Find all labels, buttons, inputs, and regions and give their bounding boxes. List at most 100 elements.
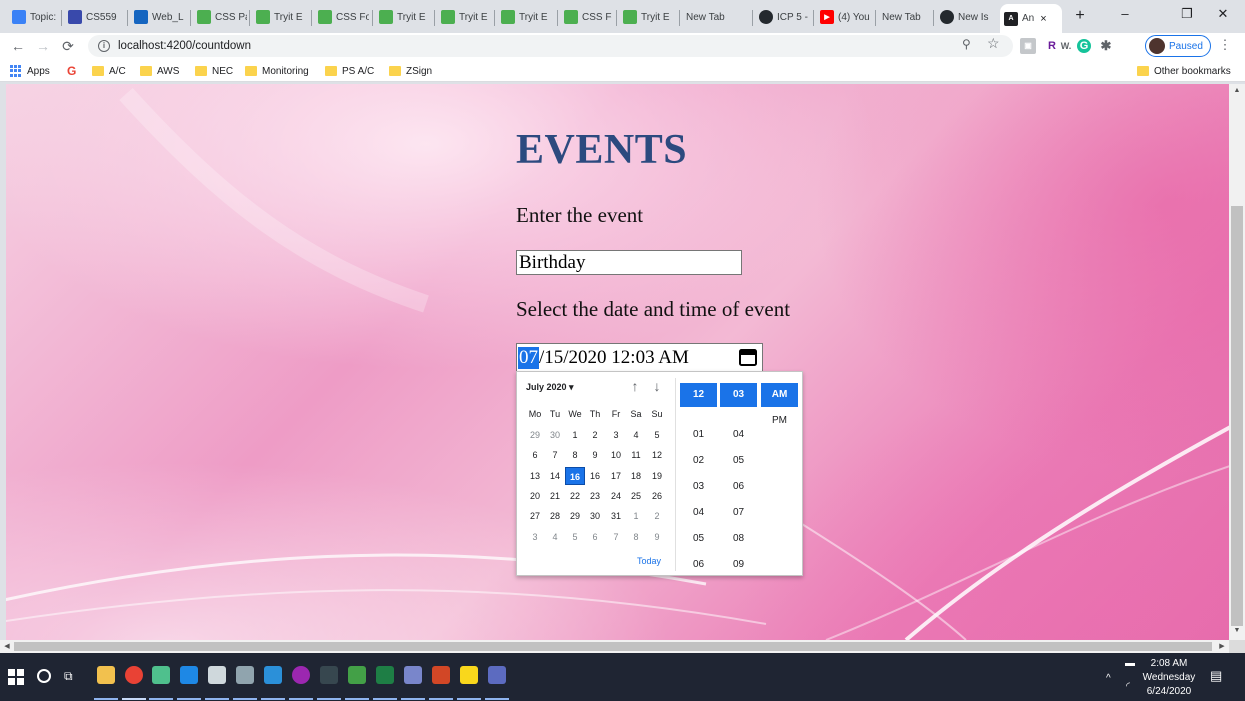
close-tab-icon[interactable]: × (1040, 13, 1046, 25)
browser-tab[interactable]: Web_L (130, 6, 186, 28)
calendar-day[interactable]: 2 (585, 426, 605, 444)
meridiem-option[interactable]: PM (761, 409, 798, 433)
calendar-day[interactable]: 14 (545, 467, 565, 485)
calendar-day[interactable]: 24 (606, 487, 626, 505)
browser-tab[interactable]: New Is (936, 6, 992, 28)
browser-tab[interactable]: CSS Fo (314, 6, 369, 28)
minute-option[interactable]: 06 (720, 475, 757, 499)
calendar-day[interactable]: 17 (606, 467, 626, 485)
media-icon[interactable] (292, 666, 310, 684)
browser-tab[interactable]: Topic: (8, 6, 60, 28)
calendar-day[interactable]: 1 (565, 426, 585, 444)
scroll-down-arrow-icon[interactable]: ▼ (1229, 624, 1245, 638)
next-month-arrow-icon[interactable]: ↓ (650, 378, 664, 394)
calendar-day[interactable]: 10 (606, 446, 626, 464)
calendar-day-selected[interactable]: 16 (565, 466, 585, 485)
app-green-icon[interactable] (348, 666, 366, 684)
calendar-day[interactable]: 9 (585, 446, 605, 464)
calendar-day[interactable]: 1 (626, 507, 646, 525)
forward-arrow-icon[interactable]: → (33, 36, 53, 56)
calendar-day[interactable]: 8 (626, 528, 646, 546)
calendar-day[interactable]: 16 (585, 467, 605, 485)
minute-option[interactable]: 07 (720, 501, 757, 525)
calendar-day[interactable]: 6 (585, 528, 605, 546)
calendar-day[interactable]: 3 (525, 528, 545, 546)
meridiem-option-selected[interactable]: AM (761, 383, 798, 407)
extension-g-icon[interactable]: G (1077, 39, 1091, 53)
calendar-day[interactable]: 28 (545, 507, 565, 525)
calendar-day[interactable]: 13 (525, 467, 545, 485)
chevron-up-icon[interactable]: ^ (1106, 673, 1111, 684)
minimize-button[interactable]: – (1108, 6, 1142, 26)
browser-tab[interactable]: Tryit E (252, 6, 307, 28)
calendar-day[interactable]: 4 (626, 426, 646, 444)
calendar-day[interactable]: 3 (606, 426, 626, 444)
browser-tab[interactable]: New Tab (878, 6, 928, 28)
bookmark-google[interactable]: G (67, 63, 76, 79)
minute-option[interactable]: 09 (720, 553, 757, 577)
month-segment[interactable]: 07 (518, 346, 539, 369)
horizontal-scrollbar[interactable]: ◀ ▶ (0, 640, 1229, 653)
bookmark-aws[interactable]: AWS (140, 63, 179, 79)
other-bookmarks-folder[interactable]: Other bookmarks (1137, 63, 1231, 79)
browser-tab[interactable]: Tryit E (619, 6, 675, 28)
calendar-day[interactable]: 11 (626, 446, 646, 464)
back-arrow-icon[interactable]: ← (8, 36, 28, 56)
excel-icon[interactable] (376, 666, 394, 684)
puzzle-icon[interactable]: ✱ (1098, 38, 1114, 54)
scroll-up-arrow-icon[interactable]: ▲ (1229, 84, 1245, 98)
calendar-day[interactable]: 31 (606, 507, 626, 525)
settings-icon[interactable] (208, 666, 226, 684)
calendar-day[interactable]: 7 (545, 446, 565, 464)
calendar-day[interactable]: 25 (626, 487, 646, 505)
calendar-day[interactable]: 8 (565, 446, 585, 464)
hour-option[interactable]: 04 (680, 501, 717, 525)
new-tab-button[interactable]: + (1070, 7, 1090, 27)
horizontal-scroll-thumb[interactable] (14, 642, 1212, 651)
previous-month-arrow-icon[interactable]: ↑ (628, 378, 642, 394)
profile-paused-button[interactable]: Paused (1145, 35, 1211, 57)
browser-tab[interactable]: CS559 (64, 6, 122, 28)
chrome-icon[interactable] (125, 666, 143, 684)
bookmark-apps[interactable]: Apps (10, 63, 50, 79)
calendar-day[interactable]: 29 (525, 426, 545, 444)
minute-option[interactable]: 05 (720, 449, 757, 473)
browser-tab[interactable]: ▶ (4) You (816, 6, 871, 28)
browser-tab[interactable]: A An × (1000, 4, 1062, 33)
hour-option[interactable]: 03 (680, 475, 717, 499)
hour-option[interactable]: 06 (680, 553, 717, 577)
minute-option[interactable]: 04 (720, 423, 757, 447)
bookmark-zsign[interactable]: ZSign (389, 63, 432, 79)
hour-option[interactable]: 01 (680, 423, 717, 447)
wifi-icon[interactable]: ◜ (1126, 681, 1130, 692)
camera-icon[interactable] (236, 666, 254, 684)
battery-icon[interactable]: ▬ (1125, 658, 1135, 669)
calendar-day[interactable]: 26 (647, 487, 667, 505)
system-clock[interactable]: 2:08 AM Wednesday 6/24/2020 (1142, 657, 1196, 699)
bookmark-ps-a-c[interactable]: PS A/C (325, 63, 374, 79)
calendar-day[interactable]: 20 (525, 487, 545, 505)
vscode-icon[interactable] (264, 666, 282, 684)
powerpoint-icon[interactable] (432, 666, 450, 684)
bookmark-star-icon[interactable]: ☆ (987, 35, 1000, 52)
event-datetime-input[interactable]: 07 /15/2020 12:03 AM (516, 343, 763, 372)
search-icon[interactable] (37, 669, 51, 683)
app-blue-icon[interactable] (488, 666, 506, 684)
extension-icon[interactable]: ▣ (1020, 38, 1036, 54)
datetime-rest[interactable]: /15/2020 12:03 AM (539, 347, 689, 369)
browser-tab[interactable]: Tryit E (497, 6, 553, 28)
kebab-menu-icon[interactable]: ⋮ (1218, 37, 1232, 53)
restore-button[interactable]: ❐ (1170, 6, 1204, 26)
event-name-input[interactable] (516, 250, 742, 275)
vertical-scrollbar[interactable]: ▲ ▼ (1229, 84, 1245, 640)
calendar-day[interactable]: 29 (565, 507, 585, 525)
browser-tab[interactable]: Tryit E (375, 6, 430, 28)
calendar-day[interactable]: 5 (565, 528, 585, 546)
calendar-day[interactable]: 21 (545, 487, 565, 505)
calendar-day[interactable]: 4 (545, 528, 565, 546)
vertical-scroll-thumb[interactable] (1231, 206, 1243, 626)
notification-icon[interactable]: ▤ (1210, 668, 1224, 683)
windows-start-icon[interactable] (8, 669, 24, 685)
browser-tab[interactable]: CSS Pa (193, 6, 247, 28)
bookmark-nec[interactable]: NEC (195, 63, 233, 79)
